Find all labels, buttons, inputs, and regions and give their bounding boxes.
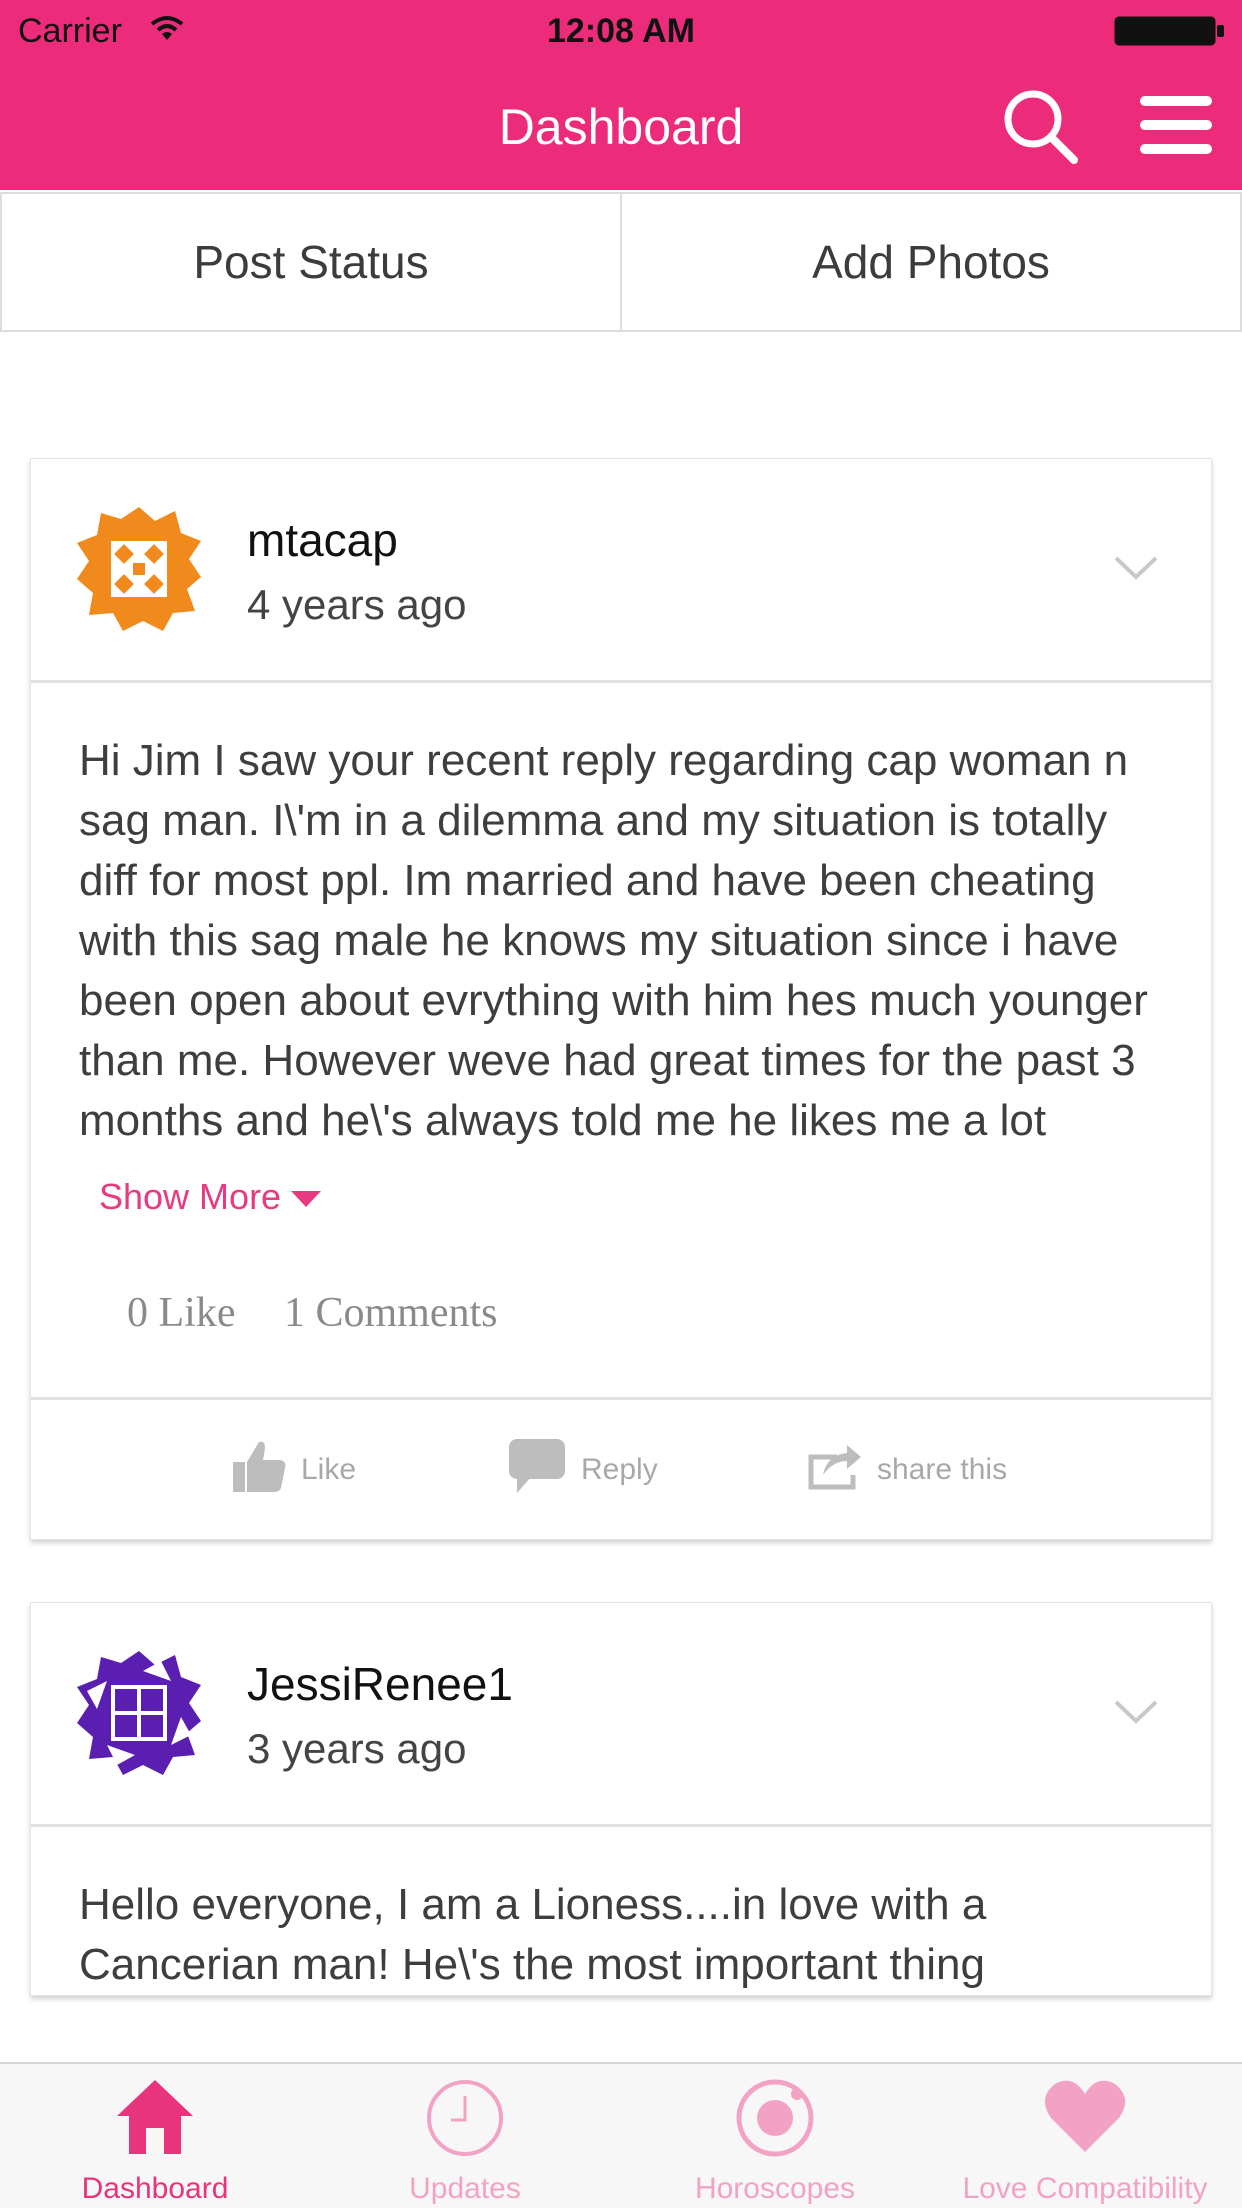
caret-down-icon (291, 1167, 322, 1227)
battery-icon (1114, 16, 1226, 46)
post-username[interactable]: JessiRenee1 (247, 1657, 513, 1711)
comment-icon (507, 1437, 567, 1503)
tab-label: Horoscopes (694, 2172, 856, 2205)
share-label: share this (877, 1452, 1008, 1486)
reply-button[interactable]: Reply (507, 1437, 658, 1503)
avatar[interactable] (77, 1651, 201, 1775)
tab-horoscopes[interactable]: Horoscopes (620, 2064, 930, 2208)
feed: mtacap 4 years ago Hi Jim I saw your rec… (30, 458, 1212, 2058)
home-icon (117, 2080, 193, 2154)
menu-icon[interactable] (1138, 94, 1214, 161)
like-count[interactable]: 0 Like (127, 1290, 235, 1336)
post-text: Hello everyone, I am a Lioness....in lov… (79, 1880, 987, 1989)
post-header: mtacap 4 years ago (31, 459, 1211, 683)
comment-count[interactable]: 1 Comments (284, 1290, 498, 1336)
tab-bar: Dashboard Updates Horoscopes Love Compat… (0, 2062, 1242, 2208)
post-header: JessiRenee1 3 years ago (31, 1603, 1211, 1827)
post-body: Hello everyone, I am a Lioness....in lov… (31, 1827, 1211, 1995)
post-text: Hi Jim I saw your recent reply regarding… (79, 736, 1148, 1145)
tab-label: Updates (409, 2172, 521, 2205)
show-more-label: Show More (99, 1176, 282, 1217)
search-icon[interactable] (1002, 88, 1078, 169)
tab-label: Dashboard (81, 2172, 229, 2205)
tab-dashboard[interactable]: Dashboard (0, 2064, 310, 2208)
status-time: 12:08 AM (546, 12, 696, 50)
composer-actions: Post Status Add Photos (0, 192, 1242, 332)
post-card: mtacap 4 years ago Hi Jim I saw your rec… (30, 458, 1212, 1540)
tab-label: Love Compatibility (962, 2172, 1208, 2205)
share-icon (807, 1441, 863, 1499)
post-time: 4 years ago (247, 581, 467, 628)
post-card: JessiRenee1 3 years ago Hello everyone, … (30, 1602, 1212, 1996)
heart-icon (1044, 2080, 1126, 2152)
post-body: Hi Jim I saw your recent reply regarding… (31, 683, 1211, 1227)
post-counts: 0 Like 1 Comments (31, 1227, 1211, 1397)
chevron-down-icon[interactable] (1113, 1699, 1159, 1730)
avatar[interactable] (77, 507, 201, 631)
add-photos-button[interactable]: Add Photos (620, 194, 1240, 330)
tab-love-compatibility[interactable]: Love Compatibility (930, 2064, 1240, 2208)
tab-updates[interactable]: Updates (310, 2064, 620, 2208)
like-label: Like (301, 1452, 357, 1486)
share-button[interactable]: share this (807, 1441, 1007, 1499)
reply-label: Reply (581, 1452, 658, 1486)
clock-icon (427, 2080, 503, 2156)
horoscope-icon (736, 2079, 814, 2157)
top-bar: Carrier 12:08 AM Dashboard (0, 0, 1242, 190)
chevron-down-icon[interactable] (1113, 555, 1159, 586)
post-actions: Like Reply share this (31, 1397, 1211, 1539)
post-username[interactable]: mtacap (247, 513, 398, 567)
like-button[interactable]: Like (231, 1438, 356, 1502)
thumbs-up-icon (231, 1438, 287, 1502)
post-status-button[interactable]: Post Status (2, 194, 620, 330)
post-time: 3 years ago (247, 1725, 467, 1772)
show-more-link[interactable]: Show More (99, 1167, 322, 1227)
